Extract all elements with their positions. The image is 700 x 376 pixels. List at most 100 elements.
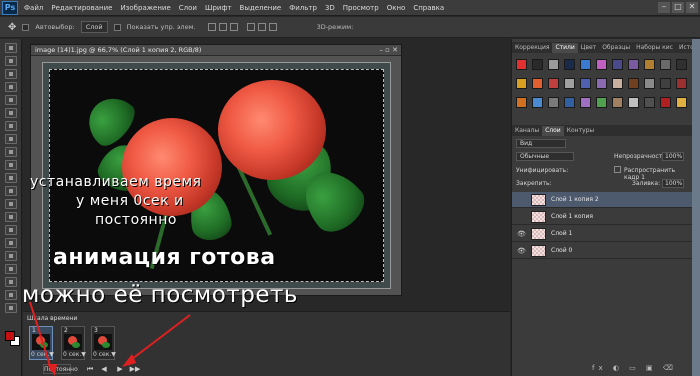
minimize-button[interactable]: – [658, 2, 670, 13]
style-swatch[interactable] [564, 59, 575, 70]
tab-paths[interactable]: Контуры [564, 126, 597, 136]
play-icon[interactable]: ▶ [115, 364, 125, 374]
style-swatch[interactable] [628, 78, 639, 89]
healing-brush-tool-icon[interactable] [5, 121, 17, 131]
foreground-color-swatch[interactable] [5, 331, 15, 341]
style-swatch[interactable] [564, 78, 575, 89]
close-button[interactable]: ✕ [686, 2, 698, 13]
style-swatch[interactable] [644, 97, 655, 108]
menu-type[interactable]: Шрифт [205, 4, 232, 12]
style-swatch[interactable] [596, 97, 607, 108]
marquee-tool-icon[interactable] [5, 56, 17, 66]
style-swatch[interactable] [644, 59, 655, 70]
style-swatch[interactable] [660, 97, 671, 108]
frame-delay[interactable]: 0 сек.▼ [63, 351, 86, 358]
style-swatch[interactable] [660, 78, 671, 89]
animation-frame[interactable]: 3 0 сек.▼ [91, 326, 116, 360]
show-controls-checkbox[interactable] [113, 23, 121, 31]
style-swatch[interactable] [612, 78, 623, 89]
style-swatch[interactable] [532, 59, 543, 70]
blur-tool-icon[interactable] [5, 199, 17, 209]
style-swatch[interactable] [548, 78, 559, 89]
eraser-tool-icon[interactable] [5, 173, 17, 183]
align-buttons[interactable] [207, 23, 277, 31]
animation-frame[interactable]: 1 0 сек.▼ [29, 326, 54, 360]
eyedropper-tool-icon[interactable] [5, 108, 17, 118]
animation-frame[interactable]: 2 0 сек.▼ [61, 326, 86, 360]
tab-layers[interactable]: Слои [542, 126, 564, 136]
layer-row[interactable]: 👁 Слой 1 [512, 226, 693, 242]
layer-row[interactable]: 👁 Слой 0 [512, 243, 693, 259]
maximize-button[interactable]: □ [672, 2, 684, 13]
quick-select-tool-icon[interactable] [5, 82, 17, 92]
style-swatch[interactable] [548, 97, 559, 108]
menu-image[interactable]: Изображение [120, 4, 170, 12]
visibility-toggle[interactable] [517, 196, 525, 204]
style-swatch[interactable] [628, 59, 639, 70]
style-swatch[interactable] [564, 97, 575, 108]
clone-stamp-tool-icon[interactable] [5, 147, 17, 157]
tab-adjustments[interactable]: Коррекция [512, 43, 552, 53]
menu-view[interactable]: Просмотр [343, 4, 379, 12]
layer-row[interactable]: Слой 1 копия [512, 209, 693, 225]
style-swatch[interactable] [548, 59, 559, 70]
history-brush-tool-icon[interactable] [5, 160, 17, 170]
layer-actions-icons[interactable]: fx ◐ ▭ ▣ ⌫ [592, 364, 677, 372]
style-swatch[interactable] [580, 97, 591, 108]
document-controls[interactable]: – ▫ ✕ [379, 46, 398, 54]
tab-styles[interactable]: Стили [552, 43, 578, 53]
layer-filter-dropdown[interactable]: Вид [516, 139, 566, 148]
style-swatch[interactable] [596, 59, 607, 70]
tab-channels[interactable]: Каналы [512, 126, 542, 136]
eye-icon[interactable]: 👁 [517, 230, 526, 238]
extra-tools-icon[interactable] [5, 303, 17, 313]
autoselect-dropdown[interactable]: Слой [80, 21, 108, 33]
style-swatch[interactable] [676, 97, 687, 108]
menu-window[interactable]: Окно [387, 4, 406, 12]
eye-icon[interactable]: 👁 [517, 247, 526, 255]
next-frame-icon[interactable]: ▶▶ [129, 364, 141, 374]
gradient-tool-icon[interactable] [5, 186, 17, 196]
crop-tool-icon[interactable] [5, 95, 17, 105]
first-frame-icon[interactable]: ⏮ [85, 364, 95, 374]
frame-delay[interactable]: 0 сек.▼ [93, 351, 116, 358]
style-swatch[interactable] [516, 97, 527, 108]
opacity-field[interactable]: 100% [662, 152, 684, 161]
autoselect-checkbox[interactable] [22, 23, 30, 31]
tab-color[interactable]: Цвет [578, 43, 599, 53]
shape-tool-icon[interactable] [5, 264, 17, 274]
frame-delay[interactable]: 0 сек.▼ [31, 351, 54, 358]
style-swatch[interactable] [628, 97, 639, 108]
document-title[interactable]: image (14)1.jpg @ 66,7% (Слой 1 копия 2,… [31, 45, 401, 56]
pen-tool-icon[interactable] [5, 225, 17, 235]
move-tool-icon[interactable] [5, 43, 17, 53]
move-tool-icon[interactable]: ✥ [8, 22, 16, 33]
style-swatch[interactable] [676, 78, 687, 89]
menu-edit[interactable]: Редактирование [51, 4, 112, 12]
path-select-tool-icon[interactable] [5, 251, 17, 261]
tab-swatches[interactable]: Образцы [599, 43, 633, 53]
style-swatch[interactable] [612, 97, 623, 108]
menu-file[interactable]: Файл [24, 4, 43, 12]
blend-mode-dropdown[interactable]: Обычные [516, 152, 574, 161]
style-swatch[interactable] [516, 78, 527, 89]
style-swatch[interactable] [516, 59, 527, 70]
style-swatch[interactable] [580, 59, 591, 70]
brush-tool-icon[interactable] [5, 134, 17, 144]
style-swatch[interactable] [676, 59, 687, 70]
style-swatch[interactable] [660, 59, 671, 70]
propagate-checkbox[interactable] [614, 166, 621, 173]
style-swatch[interactable] [644, 78, 655, 89]
style-swatch[interactable] [532, 78, 543, 89]
menu-3d[interactable]: 3D [325, 4, 335, 12]
style-swatch[interactable] [532, 97, 543, 108]
dodge-tool-icon[interactable] [5, 212, 17, 222]
fill-field[interactable]: 100% [662, 179, 684, 188]
menu-layers[interactable]: Слои [179, 4, 197, 12]
style-swatch[interactable] [612, 59, 623, 70]
style-swatch[interactable] [580, 78, 591, 89]
hand-tool-icon[interactable] [5, 277, 17, 287]
zoom-tool-icon[interactable] [5, 290, 17, 300]
visibility-toggle[interactable] [517, 213, 525, 221]
lasso-tool-icon[interactable] [5, 69, 17, 79]
